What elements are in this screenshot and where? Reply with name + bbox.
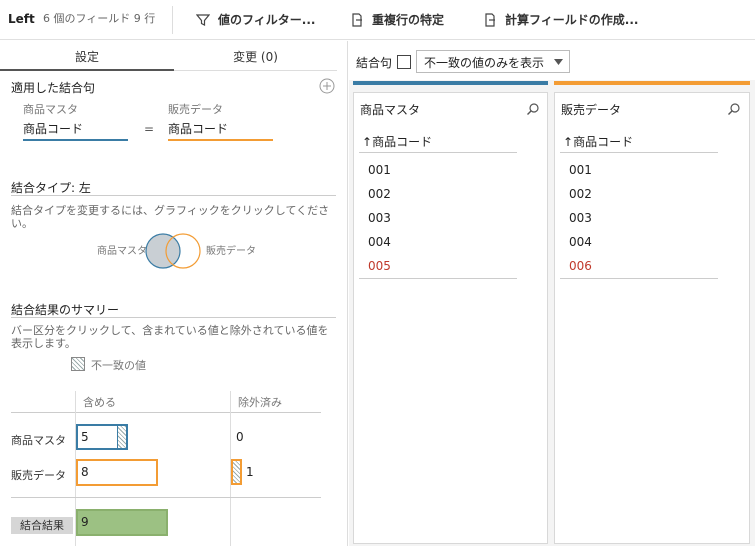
mismatch-segment[interactable]: [117, 426, 126, 448]
left-source-card: 商品マスタ ↑商品コード 001 002 003 004 005: [353, 92, 548, 544]
venn-right-label: 販売データ: [206, 246, 256, 257]
step-subtitle: 6 個のフィールド 9 行: [43, 12, 156, 25]
list-item-unmatched[interactable]: 006: [569, 259, 592, 273]
right-source-color-bar: [554, 81, 750, 85]
exclude-value[interactable]: 1: [246, 465, 254, 479]
right-card-title: 販売データ: [561, 103, 622, 117]
join-clause-title: 適用した結合句: [11, 81, 96, 95]
filter-values-button[interactable]: 値のフィルター...: [196, 11, 315, 28]
add-clause-icon[interactable]: [319, 78, 335, 94]
join-preview-panel: 結合句 不一致の値のみを表示 商品マスタ ↑商品コード 001 002 003 …: [349, 41, 755, 546]
list-item[interactable]: 002: [569, 187, 592, 201]
tab-changes[interactable]: 変更 (0): [174, 48, 337, 65]
join-right-source: 販売データ: [168, 103, 223, 116]
list-item[interactable]: 003: [368, 211, 391, 225]
filter-icon: [196, 13, 210, 26]
summary-title: 結合結果のサマリー: [11, 303, 120, 317]
step-title: Left: [8, 12, 35, 26]
result-label: 結合結果: [11, 517, 73, 534]
venn-left-label: 商品マスタ: [97, 246, 147, 257]
join-left-source: 商品マスタ: [23, 103, 78, 116]
join-type-divider: [11, 195, 336, 196]
list-item[interactable]: 001: [368, 163, 391, 177]
identify-duplicates-label: 重複行の特定: [372, 13, 445, 27]
toolbar: Left 6 個のフィールド 9 行 値のフィルター... 重複行の特定 計算フ…: [0, 0, 755, 40]
list-item[interactable]: 004: [569, 235, 592, 249]
right-card-header-line: [560, 152, 718, 153]
include-bar-left[interactable]: 5: [76, 424, 128, 450]
list-item-unmatched[interactable]: 005: [368, 259, 391, 273]
col-exclude-header: 除外済み: [238, 396, 282, 409]
list-item[interactable]: 004: [368, 235, 391, 249]
identify-duplicates-button[interactable]: 重複行の特定: [350, 11, 444, 28]
toolbar-divider: [172, 6, 173, 34]
include-value: 5: [81, 430, 89, 444]
create-calc-field-label: 計算フィールドの作成...: [505, 13, 639, 27]
left-card-header-line: [359, 152, 517, 153]
join-right-underline: [168, 139, 273, 141]
result-bar[interactable]: 9: [76, 509, 168, 536]
sort-asc-icon: ↑: [563, 135, 574, 149]
summary-header-line: [11, 412, 321, 413]
sort-asc-icon: ↑: [362, 135, 373, 149]
clause-checkbox[interactable]: [397, 55, 411, 69]
summary-hint: バー区分をクリックして、含まれている値と除外されている値を表示します。: [11, 324, 329, 350]
join-venn-diagram[interactable]: [144, 232, 204, 270]
clause-filter-label: 結合句: [356, 56, 393, 70]
col-include-header: 含める: [83, 396, 116, 409]
result-value: 9: [81, 515, 89, 529]
chevron-down-icon: [554, 59, 563, 65]
duplicate-icon: [352, 12, 362, 27]
join-right-field[interactable]: 商品コード: [168, 120, 228, 137]
tab-divider: [174, 70, 337, 71]
join-left-field[interactable]: 商品コード: [23, 120, 83, 137]
join-operator[interactable]: =: [144, 122, 154, 136]
tab-settings[interactable]: 設定: [0, 48, 174, 65]
left-source-color-bar: [353, 81, 548, 85]
right-card-footer-line: [560, 278, 718, 279]
calc-field-icon: [485, 12, 495, 27]
tab-settings-indicator: [0, 69, 174, 71]
summary-row-label: 商品マスタ: [11, 434, 66, 447]
list-item[interactable]: 003: [569, 211, 592, 225]
summary-result-line: [11, 497, 321, 498]
join-type-hint: 結合タイプを変更するには、グラフィックをクリックしてください。: [11, 204, 330, 230]
list-item[interactable]: 001: [569, 163, 592, 177]
left-card-column-header[interactable]: ↑商品コード: [362, 133, 432, 150]
left-card-title: 商品マスタ: [360, 103, 421, 117]
exclude-bar-right[interactable]: [231, 459, 242, 485]
right-card-column-header[interactable]: ↑商品コード: [563, 133, 633, 150]
exclude-value[interactable]: 0: [236, 430, 244, 444]
create-calc-field-button[interactable]: 計算フィールドの作成...: [483, 11, 638, 28]
list-item[interactable]: 002: [368, 187, 391, 201]
summary-row-label: 販売データ: [11, 469, 66, 482]
venn-left-circle[interactable]: [145, 233, 181, 269]
left-card-column-label: 商品コード: [372, 135, 433, 149]
right-source-card: 販売データ ↑商品コード 001 002 003 004 006: [554, 92, 750, 544]
mismatch-dropdown-value: 不一致の値のみを表示: [424, 56, 545, 70]
include-bar-right[interactable]: 8: [76, 459, 158, 486]
mismatch-legend-label: 不一致の値: [91, 359, 146, 372]
join-type-title: 結合タイプ: 左: [11, 181, 91, 195]
mismatch-dropdown[interactable]: 不一致の値のみを表示: [416, 50, 570, 73]
join-left-underline: [23, 139, 128, 141]
search-icon[interactable]: [727, 102, 741, 116]
summary-divider: [11, 317, 336, 318]
search-icon[interactable]: [526, 102, 540, 116]
left-card-footer-line: [359, 278, 517, 279]
mismatch-legend-swatch: [71, 357, 85, 371]
include-value: 8: [81, 465, 89, 479]
join-settings-panel: 設定 変更 (0) 適用した結合句 商品マスタ 商品コード = 販売データ 商品…: [0, 41, 348, 546]
filter-values-label: 値のフィルター...: [218, 13, 316, 27]
right-card-column-label: 商品コード: [573, 135, 634, 149]
